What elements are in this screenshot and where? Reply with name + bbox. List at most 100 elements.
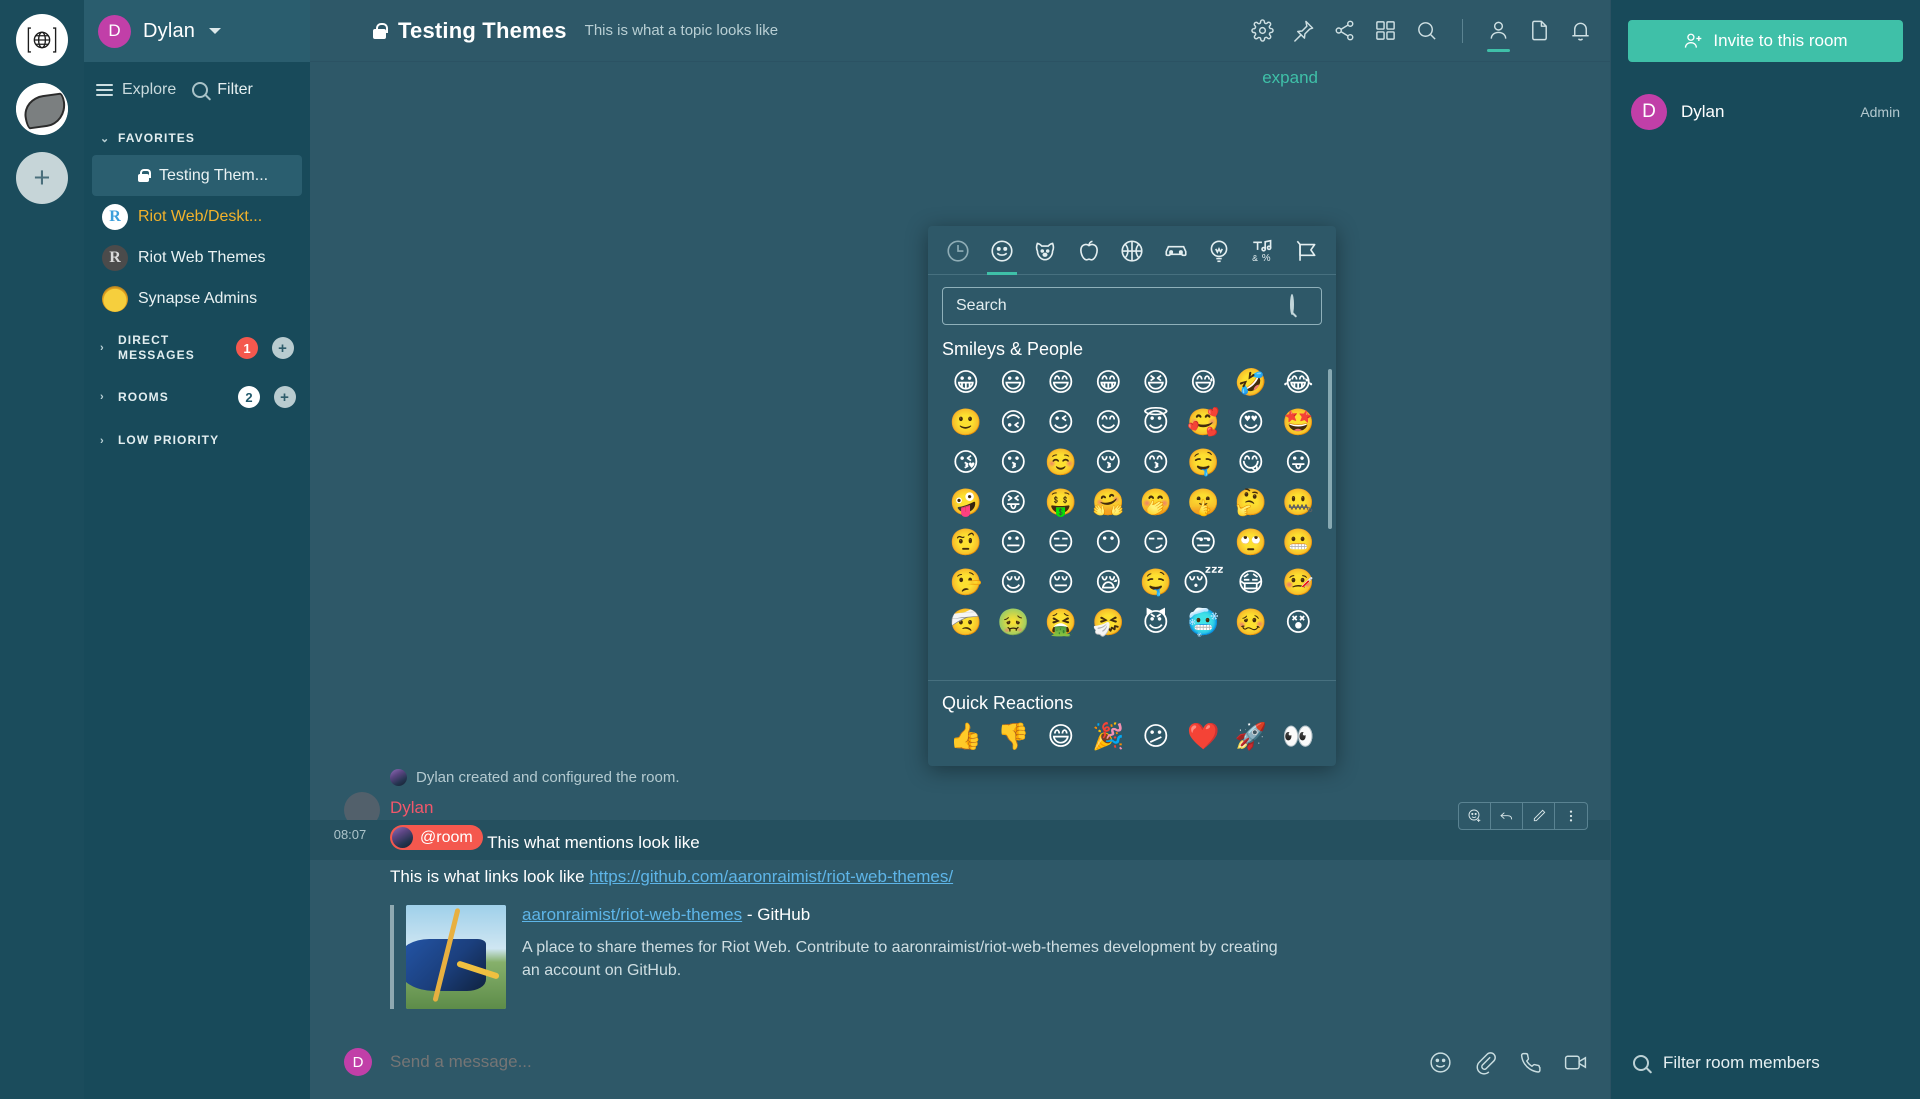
emoji-item[interactable]: 🤨 — [942, 528, 990, 558]
emoji-scroll-area[interactable]: Smileys & People 😀 😃 😄 😁 😆 😅 🤣 😂 🙂 🙃 😉 😊 😇 🥰 😍 🤩 😘 😗 ☺️ 😚 😙 🤤… — [928, 335, 1336, 680]
emoji-item[interactable]: 😇 — [1132, 408, 1180, 438]
emoji-item[interactable]: 😄 — [1037, 368, 1085, 398]
emoji-item[interactable]: 😙 — [1132, 448, 1180, 478]
community-space-button[interactable] — [16, 83, 68, 135]
notifications-button[interactable] — [1569, 19, 1592, 42]
emoji-item[interactable]: 😚 — [1085, 448, 1133, 478]
emoji-item[interactable]: 😌 — [990, 568, 1038, 598]
message-options-button[interactable] — [1555, 803, 1587, 829]
quick-reaction-item[interactable]: 😄 — [1037, 722, 1085, 752]
add-direct-message-button[interactable]: + — [272, 337, 294, 359]
emoji-item[interactable]: 😔 — [1037, 568, 1085, 598]
message-link[interactable]: https://github.com/aaronraimist/riot-web… — [589, 867, 953, 886]
filter-room-members-field[interactable]: Filter room members — [1611, 1033, 1920, 1099]
quick-reaction-item[interactable]: 👍 — [942, 722, 990, 752]
member-list-button[interactable] — [1487, 19, 1510, 52]
pinned-messages-button[interactable] — [1292, 19, 1315, 42]
reply-button[interactable] — [1491, 802, 1523, 829]
sidebar-section-direct-messages[interactable]: › DIRECT MESSAGES 1 + — [84, 319, 310, 372]
emoji-item[interactable]: 😪 — [1085, 568, 1133, 598]
composer-attach-icon[interactable] — [1473, 1050, 1498, 1075]
composer-emoji-icon[interactable] — [1428, 1050, 1453, 1075]
quick-reaction-item[interactable]: 👎 — [990, 722, 1038, 752]
explore-button[interactable]: Explore — [96, 81, 176, 99]
quick-reaction-item[interactable]: 🚀 — [1227, 722, 1275, 752]
sidebar-item-testing-themes[interactable]: Testing Them... — [92, 155, 302, 196]
emoji-item[interactable]: 😁 — [1085, 368, 1133, 398]
sender-name[interactable]: Dylan — [390, 798, 433, 818]
create-space-button[interactable]: + — [16, 152, 68, 204]
link-preview-card[interactable]: aaronraimist/riot-web-themes - GitHub A … — [390, 905, 1290, 1009]
emoji-item[interactable]: 😑 — [1037, 528, 1085, 558]
emoji-item[interactable]: 🤗 — [1085, 488, 1133, 518]
emoji-item[interactable]: 🤮 — [1037, 608, 1085, 638]
emoji-item[interactable]: 🙃 — [990, 408, 1038, 438]
react-button[interactable] — [1459, 802, 1491, 829]
member-list-item[interactable]: D Dylan Admin — [1611, 82, 1920, 142]
emoji-item[interactable]: 😝 — [990, 488, 1038, 518]
apps-button[interactable] — [1374, 19, 1397, 42]
emoji-item[interactable]: 🤐 — [1275, 488, 1323, 518]
emoji-item[interactable]: 🙂 — [942, 408, 990, 438]
emoji-item[interactable]: 😊 — [1085, 408, 1133, 438]
emoji-item[interactable]: 😶 — [1085, 528, 1133, 558]
files-button[interactable] — [1528, 19, 1551, 42]
emoji-item[interactable]: 😘 — [942, 448, 990, 478]
emoji-search-input[interactable] — [942, 287, 1322, 325]
sidebar-section-rooms[interactable]: › ROOMS 2 + — [84, 372, 310, 417]
emoji-item[interactable]: 🙄 — [1227, 528, 1275, 558]
emoji-item[interactable]: 🤢 — [990, 608, 1038, 638]
user-menu-button[interactable]: D Dylan — [84, 0, 310, 62]
sidebar-item-synapse-admins[interactable]: Synapse Admins — [92, 278, 302, 319]
emoji-item[interactable]: 😆 — [1132, 368, 1180, 398]
home-space-button[interactable] — [16, 14, 68, 66]
emoji-item[interactable]: 🤤 — [1132, 568, 1180, 598]
quick-reaction-item[interactable]: 😕 — [1132, 722, 1180, 752]
emoji-item[interactable]: 😋 — [1227, 448, 1275, 478]
emoji-item[interactable]: 😛 — [1275, 448, 1323, 478]
tab-flags[interactable] — [1290, 238, 1322, 274]
emoji-item[interactable]: 🤔 — [1227, 488, 1275, 518]
emoji-item[interactable]: 😐 — [990, 528, 1038, 558]
filter-button[interactable]: Filter — [192, 81, 253, 99]
emoji-item[interactable]: 🤕 — [942, 608, 990, 638]
tab-food-drink[interactable] — [1073, 238, 1105, 274]
expand-link[interactable]: expand — [1262, 68, 1318, 88]
sidebar-item-riot-web-themes[interactable]: R Riot Web Themes — [92, 237, 302, 278]
emoji-item[interactable]: 🤥 — [942, 568, 990, 598]
quick-reaction-item[interactable]: ❤️ — [1180, 722, 1228, 752]
emoji-item[interactable]: 😵 — [1275, 608, 1323, 638]
sidebar-section-favorites[interactable]: ⌄ FAVORITES — [84, 122, 310, 155]
emoji-item[interactable]: 😂 — [1275, 368, 1323, 398]
search-room-button[interactable] — [1415, 19, 1438, 42]
emoji-item[interactable]: 😷 — [1227, 568, 1275, 598]
tab-symbols[interactable]: &% — [1247, 238, 1279, 274]
emoji-item[interactable]: 🤑 — [1037, 488, 1085, 518]
emoji-item[interactable]: 😅 — [1180, 368, 1228, 398]
emoji-item[interactable]: 😬 — [1275, 528, 1323, 558]
tab-recent[interactable] — [942, 238, 974, 274]
sidebar-item-riot-web-desktop[interactable]: R Riot Web/Deskt... — [92, 196, 302, 237]
emoji-item[interactable]: 🥰 — [1180, 408, 1228, 438]
edit-button[interactable] — [1523, 802, 1555, 829]
emoji-item[interactable]: 🤩 — [1275, 408, 1323, 438]
room-mention-pill[interactable]: @room — [390, 824, 483, 850]
message-row[interactable]: 08:07 @room This what mentions look like — [310, 801, 1610, 861]
emoji-item[interactable]: 🤫 — [1180, 488, 1228, 518]
emoji-item[interactable]: 🤤 — [1180, 448, 1228, 478]
voice-call-icon[interactable] — [1518, 1050, 1543, 1075]
emoji-item[interactable]: 😴 — [1180, 568, 1228, 598]
tab-objects[interactable] — [1203, 238, 1235, 274]
emoji-item[interactable]: ☺️ — [1037, 448, 1085, 478]
message-row[interactable]: This is what links look like https://git… — [310, 860, 1610, 895]
emoji-item[interactable]: 🤭 — [1132, 488, 1180, 518]
emoji-item[interactable]: 😏 — [1132, 528, 1180, 558]
tab-activity[interactable] — [1116, 238, 1148, 274]
tab-travel-places[interactable] — [1160, 238, 1192, 274]
quick-reaction-item[interactable]: 👀 — [1275, 722, 1323, 752]
room-settings-button[interactable] — [1251, 19, 1274, 42]
emoji-item[interactable]: 😃 — [990, 368, 1038, 398]
tab-animals-nature[interactable] — [1029, 238, 1061, 274]
emoji-item[interactable]: 😀 — [942, 368, 990, 398]
sidebar-section-low-priority[interactable]: › LOW PRIORITY — [84, 417, 310, 457]
